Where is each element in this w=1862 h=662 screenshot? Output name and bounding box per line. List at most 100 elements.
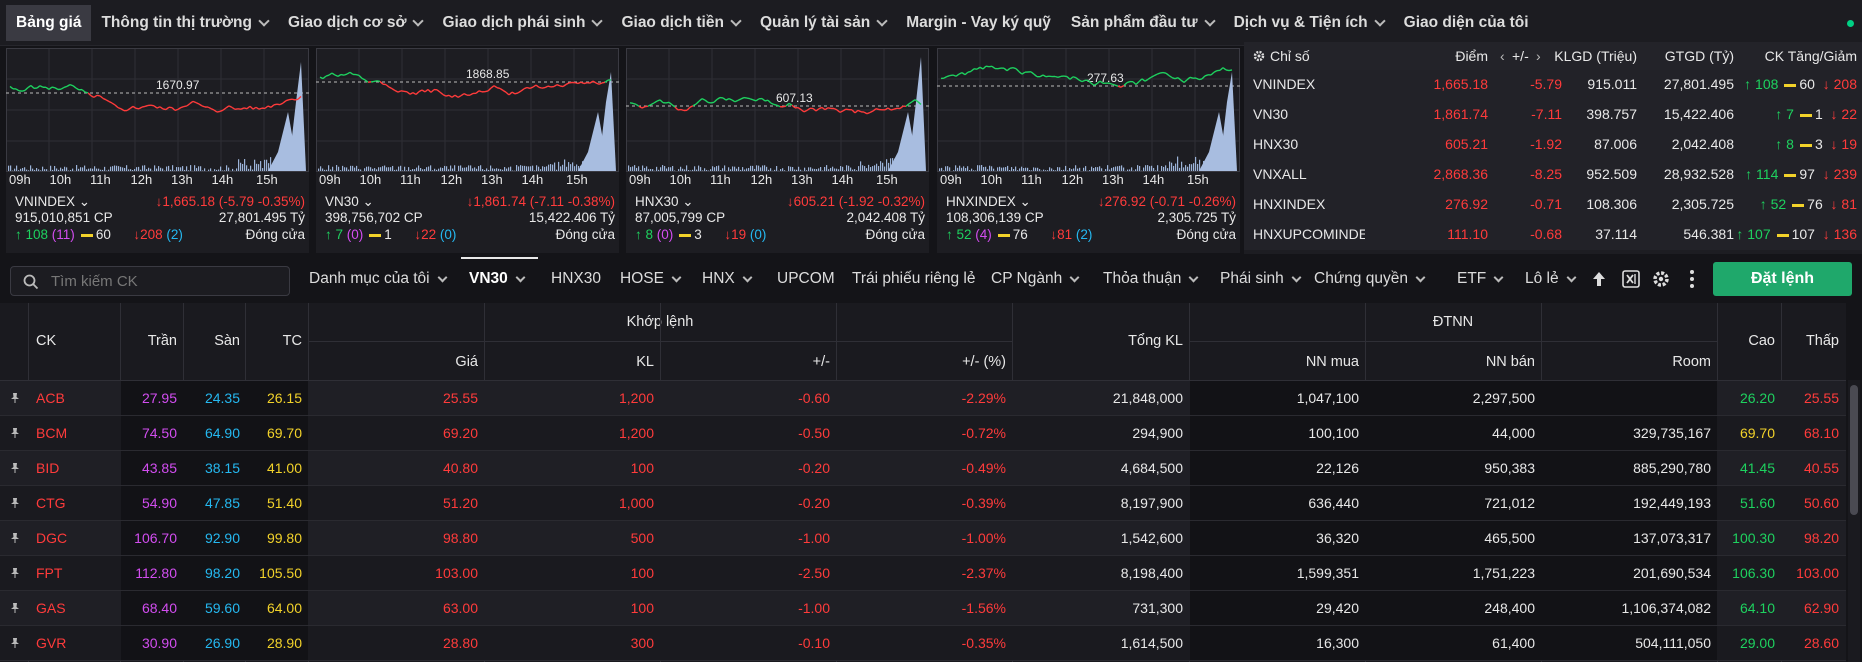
pin-icon[interactable] — [10, 603, 20, 613]
volume-bar — [262, 168, 264, 171]
table-row[interactable]: GVR 30.90 26.90 28.90 28.80 300 -0.10 -0.35% 1,6… — [0, 626, 1846, 661]
board-tab-8[interactable]: Thỏa thuận — [1103, 270, 1199, 288]
nav-item-0[interactable]: Bảng giá — [6, 4, 92, 41]
place-order-button[interactable]: Đặt lệnh — [1713, 262, 1852, 296]
table-row[interactable]: BCM 74.50 64.90 69.70 69.20 1,200 -0.50 -0.72% 2… — [0, 416, 1846, 451]
pin-icon[interactable] — [10, 463, 20, 473]
volume-bar — [876, 163, 878, 171]
board-tab-11[interactable]: ETF — [1457, 270, 1504, 288]
volume-bar — [1031, 170, 1033, 171]
board-tab-0[interactable]: Danh mục của tôi — [309, 270, 448, 288]
index-name-selector[interactable]: HNX30 ⌄ — [635, 194, 694, 210]
pin-icon[interactable] — [10, 638, 20, 648]
gear-icon[interactable] — [1253, 50, 1265, 62]
index-row[interactable]: HNXUPCOMINDE 111.10 -0.68 37.114 546.381 ↑ 10… — [1244, 220, 1862, 250]
ceiling-price: 74.50 — [141, 425, 177, 441]
volume-bar — [338, 166, 340, 171]
nav-item-5[interactable]: Quản lý tài sản — [750, 5, 896, 41]
board-tab-1[interactable]: VN30 — [469, 270, 526, 288]
nav-item-6[interactable]: Margin - Vay ký quỹ — [896, 5, 1061, 41]
volume-bar — [22, 167, 24, 171]
price-line-segment — [1162, 71, 1167, 74]
search-input[interactable]: Tìm kiếm CK — [10, 266, 290, 296]
volume-bar — [1077, 168, 1079, 171]
table-row[interactable]: DGC 106.70 92.90 99.80 98.80 500 -1.00 -1.00% 1,… — [0, 521, 1846, 556]
board-tab-12[interactable]: Lô lẻ — [1525, 270, 1577, 288]
table-row[interactable]: ACB 27.95 24.35 26.15 25.55 1,200 -0.60 -2.29% 2… — [0, 381, 1846, 416]
board-tab-10[interactable]: Chứng quyền — [1314, 270, 1426, 288]
board-tab-6[interactable]: Trái phiếu riêng lẻ — [852, 270, 976, 288]
volume-bar — [1083, 167, 1085, 171]
index-row[interactable]: HNXINDEX 276.92 -0.71 108.306 2,305.725 ↑ 52 7… — [1244, 190, 1862, 220]
table-row[interactable]: CTG 54.90 47.85 51.40 51.20 1,000 -0.20 -0.39% 8… — [0, 486, 1846, 521]
volume-bar — [1107, 165, 1109, 171]
header-index-point: Điểm — [1455, 48, 1488, 64]
more-icon[interactable] — [1689, 269, 1695, 289]
volume-bar — [178, 167, 180, 171]
volume-bar — [702, 170, 704, 171]
arrow-up-icon[interactable] — [1592, 271, 1606, 287]
match-price: 28.80 — [442, 635, 478, 651]
board-tab-9[interactable]: Phái sinh — [1220, 270, 1302, 288]
chevron-left-icon[interactable]: ‹ — [1500, 48, 1505, 64]
volume-bar — [538, 166, 540, 171]
volume-bar — [1181, 161, 1183, 171]
volume-bar — [44, 169, 46, 171]
board-tab-7[interactable]: CP Ngành — [991, 270, 1080, 288]
mini-chart-hnx30[interactable]: 607.13 09h 10h 11h 12h 13h 14h 15h HNX30 ⌄ ↓605.2… — [626, 48, 929, 253]
table-row[interactable]: FPT 112.80 98.20 105.50 103.00 100 -2.50 -2.37%… — [0, 556, 1846, 591]
mini-chart-hnxindex[interactable]: 277.63 09h 10h 11h 12h 13h 14h 15h HNXINDEX ⌄ ↓27… — [937, 48, 1240, 253]
board-tab-2[interactable]: HNX30 — [551, 270, 601, 288]
board-tab-5[interactable]: UPCOM — [777, 270, 835, 288]
nav-item-4[interactable]: Giao dịch tiền — [611, 5, 749, 41]
index-row[interactable]: VN30 1,861.74 -7.11 398.757 15,422.406 ↑ 7 1 ↓… — [1244, 100, 1862, 130]
index-name-selector[interactable]: HNXINDEX ⌄ — [946, 194, 1031, 210]
volume-bar — [744, 169, 746, 171]
time-tick-label: 14h — [211, 172, 234, 187]
table-row[interactable]: BID 43.85 38.15 41.00 40.80 100 -0.20 -0.49% 4,6… — [0, 451, 1846, 486]
pin-icon[interactable] — [10, 568, 20, 578]
nav-item-8[interactable]: Dịch vụ & Tiện ích — [1224, 5, 1394, 41]
volume-bar — [156, 168, 158, 171]
index-name-selector[interactable]: VN30 ⌄ — [325, 194, 374, 210]
chevron-right-icon[interactable]: › — [1536, 48, 1541, 64]
nav-item-1[interactable]: Thông tin thị trường — [91, 5, 278, 41]
board-tab-4[interactable]: HNX — [702, 270, 753, 288]
total-volume: 21,848,000 — [1112, 390, 1183, 406]
foreign-buy: 36,320 — [1316, 530, 1359, 546]
time-tick-label: 09h — [9, 172, 31, 187]
board-tab-label: ETF — [1457, 270, 1487, 287]
vertical-scrollbar[interactable] — [1848, 380, 1860, 662]
ceiling-price: 43.85 — [141, 460, 177, 476]
volume-bar — [738, 166, 740, 171]
board-tab-3[interactable]: HOSE — [620, 270, 682, 288]
volume-bar — [1005, 167, 1007, 171]
volume-bar — [870, 167, 872, 171]
price-line-segment — [403, 90, 408, 93]
scrollbar-thumb[interactable] — [1850, 385, 1858, 515]
foreign-room: 885,290,780 — [1633, 460, 1711, 476]
nav-item-2[interactable]: Giao dịch cơ sở — [278, 5, 433, 41]
table-row[interactable]: GAS 68.40 59.60 64.00 63.00 100 -1.00 -1.56% 731… — [0, 591, 1846, 626]
volume-bar — [856, 170, 858, 171]
nav-item-7[interactable]: Sản phẩm đầu tư — [1061, 5, 1224, 41]
foreign-buy: 1,047,100 — [1296, 390, 1359, 406]
index-row[interactable]: HNX30 605.21 -1.92 87.006 2,042.408 ↑ 8 3 ↓ 19 — [1244, 130, 1862, 160]
pin-icon[interactable] — [10, 533, 20, 543]
pin-icon[interactable] — [10, 428, 20, 438]
index-row[interactable]: VNINDEX 1,665.18 -5.79 915.011 27,801.495 ↑ 1… — [1244, 70, 1862, 100]
price-line-segment — [1012, 67, 1017, 70]
nav-item-3[interactable]: Giao dịch phái sinh — [432, 5, 611, 41]
decliners-count: ↓ 19 — [1830, 136, 1857, 152]
pin-icon[interactable] — [10, 393, 20, 403]
gear-icon[interactable] — [1652, 270, 1670, 288]
index-name-selector[interactable]: VNINDEX ⌄ — [15, 194, 90, 210]
excel-icon[interactable] — [1622, 270, 1640, 288]
nav-item-9[interactable]: Giao diện của tôi — [1394, 5, 1539, 41]
mini-chart-vnindex[interactable]: 1670.97 09h 10h 11h 12h 13h 14h 15h VNINDEX ⌄ ↓1,… — [6, 48, 309, 253]
volume-bar — [981, 165, 983, 171]
volume-bar — [472, 168, 474, 171]
pin-icon[interactable] — [10, 498, 20, 508]
mini-chart-vn30[interactable]: 1868.85 09h 10h 11h 12h 13h 14h 15h VN30 ⌄ ↓1,861… — [316, 48, 619, 253]
index-row[interactable]: VNXALL 2,868.36 -8.25 952.509 28,932.528 ↑ 11… — [1244, 160, 1862, 190]
